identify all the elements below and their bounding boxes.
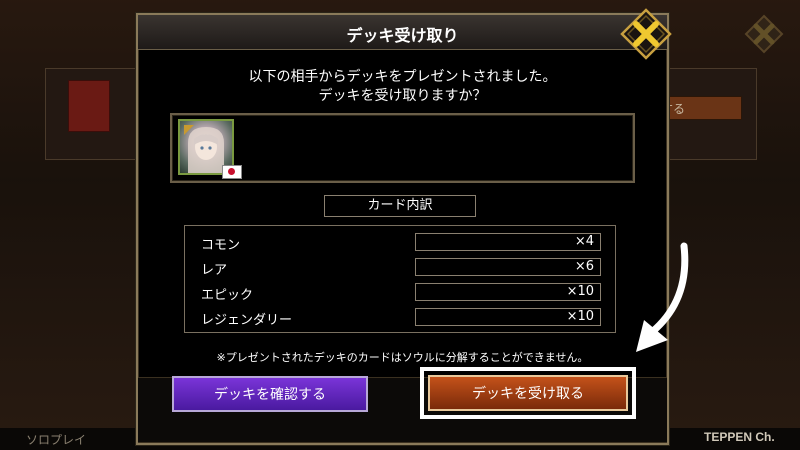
close-button[interactable] xyxy=(620,8,672,60)
receive-deck-button[interactable]: デッキを受け取る xyxy=(428,375,628,411)
card-rarity-count: ×10 xyxy=(415,308,601,326)
card-row-epic: エピック ×10 xyxy=(185,280,615,304)
card-row-common: コモン ×4 xyxy=(185,230,615,254)
card-rarity-name: レジェンダリー xyxy=(201,313,293,328)
sender-box xyxy=(170,113,635,183)
background-close-icon xyxy=(744,14,784,54)
card-rarity-count: ×10 xyxy=(415,283,601,301)
nav-teppen-channel: TEPPEN Ch. xyxy=(704,430,775,444)
view-deck-button[interactable]: デッキを確認する xyxy=(172,376,368,412)
dialog-message-line2: デッキを受け取りますか？ xyxy=(318,88,487,104)
card-rarity-name: レア xyxy=(201,263,228,278)
card-breakdown-list: コモン ×4 レア ×6 エピック ×10 レジェンダリー ×10 xyxy=(184,225,616,333)
card-row-legendary: レジェンダリー ×10 xyxy=(185,305,615,329)
card-rarity-count: ×4 xyxy=(415,233,601,251)
dialog-message-line1: 以下の相手からデッキをプレゼントされました。 xyxy=(248,69,557,85)
background-deck-thumbnail xyxy=(68,80,110,132)
sender-avatar xyxy=(178,119,242,179)
dialog-title: デッキ受け取り xyxy=(346,26,459,45)
card-rarity-name: エピック xyxy=(201,288,254,303)
dialog-header: デッキ受け取り xyxy=(138,15,667,50)
soul-note: ※プレゼントされたデッキのカードはソウルに分解することができません。 xyxy=(216,351,589,364)
curved-arrow-down-icon xyxy=(636,242,689,352)
card-rarity-name: コモン xyxy=(201,238,241,253)
card-breakdown-label: カード内訳 xyxy=(324,195,476,217)
card-rarity-count: ×6 xyxy=(415,258,601,276)
close-x-icon xyxy=(620,8,672,60)
japan-flag-icon xyxy=(222,165,242,179)
nav-solo: ソロプレイ xyxy=(26,433,87,447)
card-row-rare: レア ×6 xyxy=(185,255,615,279)
